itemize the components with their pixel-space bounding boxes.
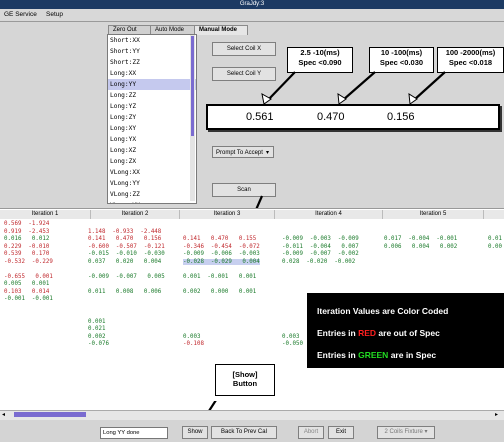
grid-cell: 0.028 -0.020 -0.002 [282, 258, 356, 265]
fixture-label: 2 Coils Fixture [384, 429, 423, 435]
grid-cell: 0.539 0.170 [4, 251, 50, 257]
grid-cell: 0.011 0.008 0.006 [88, 288, 162, 295]
grid-cell: 0.229 -0.010 [4, 243, 50, 250]
status-field: Long YY done [100, 427, 168, 439]
grid-cell: 0.01 [488, 236, 502, 242]
callout-line-2: Button [232, 379, 258, 388]
arrow-short [267, 71, 296, 101]
grid-cell: -0.015 -0.010 -0.030 [88, 251, 165, 257]
arrow-mid [342, 71, 376, 101]
grid-cell: -0.028 -0.029 0.004 [183, 258, 260, 265]
grid-cell: 0.005 0.001 [4, 281, 50, 287]
grid-cell: -0.050 [282, 341, 303, 347]
column-header-iteration-1: Iteration 1 [0, 210, 91, 219]
abort-button[interactable]: Abort [298, 426, 324, 439]
grid-cell: 0.001 -0.001 0.001 [183, 273, 257, 280]
back-to-prev-cal-button[interactable]: Back To Prev Cal [211, 426, 277, 439]
grid-cell: 0.017 -0.004 -0.001 [384, 236, 458, 242]
callout-line-1: [Show] [232, 370, 258, 379]
grid-cell: 0.001 [88, 318, 106, 325]
grid-cell: 1.148 -0.933 -2.448 [88, 228, 162, 235]
exit-button[interactable]: Exit [328, 426, 354, 439]
column-header-iteration-6 [484, 210, 504, 219]
grid-cell: -0.001 -0.001 [4, 296, 53, 302]
scroll-right-icon[interactable]: ▸ [495, 411, 498, 418]
legend-line-3: Entries in GREEN are in Spec [317, 350, 437, 360]
grid-cell: 0.141 0.470 0.155 [183, 236, 257, 242]
grid-cell: -0.009 -0.006 -0.003 [183, 251, 260, 257]
grid-cell: -0.108 [183, 341, 204, 347]
grid-cell: 0.021 [88, 326, 106, 332]
arrowhead-short [261, 93, 272, 105]
grid-cell: -0.346 -0.454 -0.072 [183, 243, 260, 250]
scroll-left-icon[interactable]: ◂ [2, 411, 5, 418]
grid-cell: -0.076 [88, 341, 109, 347]
grid-cell: 0.919 -2.453 [4, 228, 50, 235]
grid-cell: 0.002 [88, 333, 106, 340]
legend-line-1: Iteration Values are Color Coded [317, 306, 449, 316]
grid-cell: -0.009 -0.007 0.005 [88, 273, 165, 280]
column-header-iteration-4: Iteration 4 [275, 210, 383, 219]
grid-cell: -0.655 0.001 [4, 273, 53, 280]
grid-cell: 0.141 0.470 0.156 [88, 236, 162, 242]
arrowhead-mid [337, 93, 347, 105]
grid-cell: 0.016 0.012 [4, 236, 50, 242]
legend-red-word: RED [358, 328, 377, 338]
column-header-iteration-5: Iteration 5 [383, 210, 484, 219]
grid-cell: 0.002 0.000 0.001 [183, 288, 257, 295]
color-legend: Iteration Values are Color Coded Entries… [307, 293, 504, 368]
grid-cell: 0.00 [488, 243, 502, 250]
show-button[interactable]: Show [182, 426, 208, 439]
grid-cell: 0.037 0.020 0.004 [88, 258, 162, 265]
grid-cell: -0.009 -0.003 -0.009 [282, 236, 359, 242]
grid-cell: 0.003 [282, 333, 300, 340]
grid-cell: 0.006 0.004 0.002 [384, 243, 458, 250]
legend-green-word: GREEN [358, 350, 389, 360]
grid-cell: -0.532 -0.229 [4, 258, 53, 265]
arrow-long [413, 71, 446, 101]
arrowhead-long [408, 93, 418, 105]
show-button-callout: [Show] Button [215, 364, 275, 396]
grid-cell: 0.103 0.014 [4, 288, 50, 295]
chevron-down-icon: ▾ [424, 429, 428, 435]
grid-cell: -0.009 -0.007 -0.002 [282, 251, 359, 257]
grid-scroll-thumb[interactable] [14, 412, 86, 417]
grid-cell: -0.600 -0.507 -0.121 [88, 243, 165, 250]
legend-line-2: Entries in RED are out of Spec [317, 328, 440, 338]
column-header-iteration-3: Iteration 3 [180, 210, 275, 219]
grid-cell: 0.003 [183, 333, 201, 340]
column-header-iteration-2: Iteration 2 [91, 210, 180, 219]
grid-cell: 0.569 -1.924 [4, 221, 50, 227]
fixture-dropdown[interactable]: 2 Coils Fixture ▾ [377, 426, 435, 439]
grid-cell: -0.011 -0.004 0.007 [282, 243, 359, 250]
